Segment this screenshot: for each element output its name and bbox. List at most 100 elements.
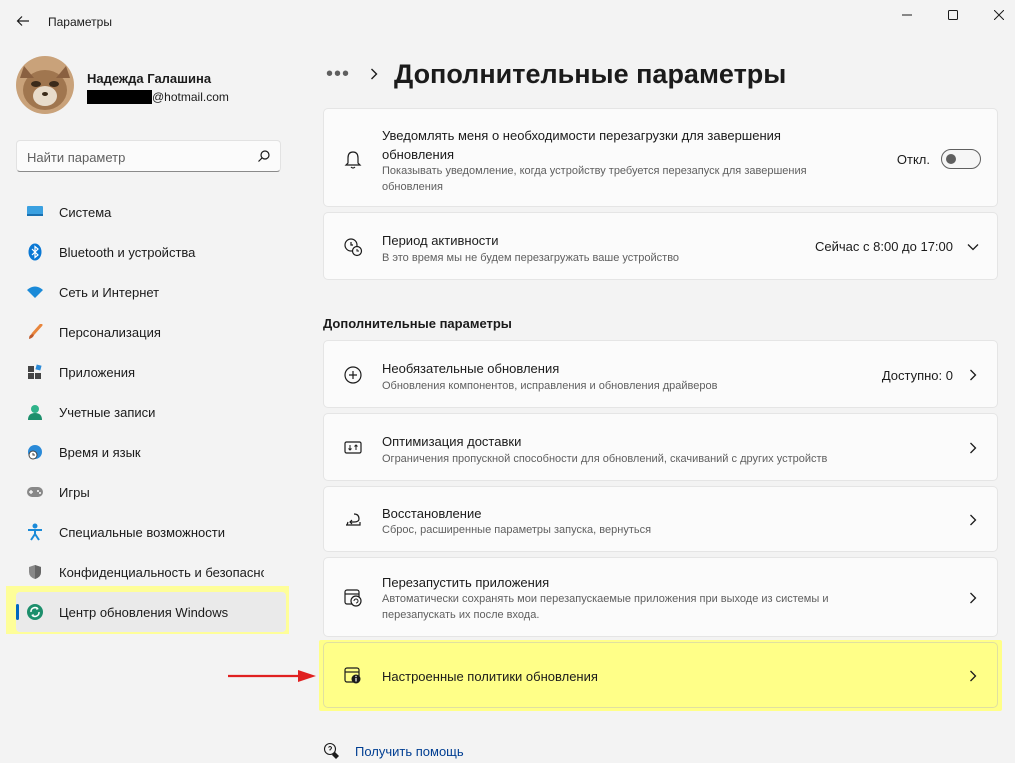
optional-updates-card[interactable]: Необязательные обновления Обновления ком… <box>323 340 998 408</box>
sidebar-item-accessibility[interactable]: Специальные возможности <box>16 512 286 552</box>
card-desc: Сброс, расширенные параметры запуска, ве… <box>382 524 652 536</box>
section-title: Дополнительные параметры <box>323 316 512 331</box>
recovery-icon <box>342 509 364 531</box>
card-title: Уведомлять меня о необходимости перезагр… <box>382 128 781 162</box>
sidebar-nav: Система Bluetooth и устройства Сеть и Ин… <box>16 192 286 632</box>
delivery-optimization-card[interactable]: Оптимизация доставки Ограничения пропуск… <box>323 413 998 481</box>
sidebar-item-label: Персонализация <box>59 324 161 340</box>
avatar[interactable] <box>16 56 74 114</box>
page-title: Дополнительные параметры <box>394 58 787 89</box>
active-indicator <box>16 604 19 620</box>
title-bar: Параметры <box>0 0 1015 44</box>
card-desc: В это время мы не будем перезагружать ва… <box>382 252 680 264</box>
get-help-link[interactable]: Получить помощь <box>323 742 464 760</box>
card-desc: Ограничения пропускной способности для о… <box>382 453 828 465</box>
restart-notification-toggle[interactable] <box>941 149 981 169</box>
active-hours-icon <box>342 236 364 258</box>
sidebar-item-bluetooth[interactable]: Bluetooth и устройства <box>16 232 286 272</box>
globe-clock-icon <box>26 443 44 461</box>
maximize-icon <box>948 10 958 20</box>
card-title: Оптимизация доставки <box>382 434 522 449</box>
card-title: Настроенные политики обновления <box>382 669 598 684</box>
sidebar-item-label: Время и язык <box>59 444 141 460</box>
account-icon <box>26 403 44 421</box>
user-name: Надежда Галашина <box>87 71 212 86</box>
gamepad-icon <box>26 483 44 501</box>
active-hours-value: Сейчас с 8:00 до 17:00 <box>815 239 953 254</box>
help-icon <box>323 742 339 759</box>
close-icon <box>994 10 1004 20</box>
update-icon <box>26 603 44 621</box>
shield-icon <box>26 563 44 581</box>
sidebar-item-personalization[interactable]: Персонализация <box>16 312 286 352</box>
sidebar-item-windows-update[interactable]: Центр обновления Windows <box>16 592 286 632</box>
sidebar-item-label: Bluetooth и устройства <box>59 244 196 260</box>
active-hours-card[interactable]: Период активности В это время мы не буде… <box>323 212 998 280</box>
card-title: Необязательные обновления <box>382 361 560 376</box>
system-icon <box>26 203 44 221</box>
annotation-arrow <box>228 670 316 682</box>
card-desc: Обновления компонентов, исправления и об… <box>382 380 718 392</box>
sidebar-item-gaming[interactable]: Игры <box>16 472 286 512</box>
bluetooth-icon <box>26 243 44 261</box>
toggle-state-label: Откл. <box>896 152 930 167</box>
chevron-right-icon <box>967 514 979 526</box>
delivery-icon <box>342 437 364 459</box>
accessibility-icon <box>26 523 44 541</box>
close-button[interactable] <box>976 4 1015 26</box>
sidebar-item-network[interactable]: Сеть и Интернет <box>16 272 286 312</box>
help-label: Получить помощь <box>355 743 464 759</box>
restart-apps-icon <box>342 587 364 609</box>
sidebar-item-label: Сеть и Интернет <box>59 284 160 300</box>
breadcrumb-more-button[interactable]: ••• <box>326 63 356 86</box>
back-button[interactable] <box>12 10 34 32</box>
maximize-button[interactable] <box>930 4 976 26</box>
search-box <box>16 140 281 172</box>
email-suffix: @hotmail.com <box>152 90 229 104</box>
plus-circle-icon <box>342 364 364 386</box>
search-input[interactable] <box>27 147 247 167</box>
sidebar-item-apps[interactable]: Приложения <box>16 352 286 392</box>
card-desc: Автоматически сохранять мои перезапускае… <box>382 593 829 621</box>
sidebar-item-label: Конфиденциальность и безопасность <box>59 564 264 580</box>
sidebar-item-label: Специальные возможности <box>59 524 225 540</box>
card-title: Перезапустить приложения <box>382 575 550 590</box>
chevron-right-icon <box>967 592 979 604</box>
breadcrumb: ••• Дополнительные параметры <box>326 56 786 92</box>
toggle-knob <box>946 154 956 164</box>
brush-icon <box>26 323 44 341</box>
sidebar-item-label: Учетные записи <box>59 404 156 420</box>
restart-notification-card: Уведомлять меня о необходимости перезагр… <box>323 108 998 207</box>
redacted-block <box>87 90 152 104</box>
optional-updates-count: Доступно: 0 <box>881 368 953 383</box>
search-icon <box>258 150 270 162</box>
recovery-card[interactable]: Восстановление Сброс, расширенные параме… <box>323 486 998 552</box>
policy-icon <box>342 665 364 687</box>
restart-apps-card[interactable]: Перезапустить приложения Автоматически с… <box>323 557 998 637</box>
card-title: Восстановление <box>382 506 482 521</box>
card-title: Период активности <box>382 233 499 248</box>
sidebar-item-label: Центр обновления Windows <box>59 604 229 620</box>
chevron-right-icon <box>967 369 979 381</box>
back-arrow-icon <box>16 16 29 26</box>
apps-icon <box>26 363 44 381</box>
chevron-right-icon <box>370 67 382 81</box>
sidebar-item-privacy[interactable]: Конфиденциальность и безопасность <box>16 552 286 592</box>
bell-icon <box>342 149 364 171</box>
sidebar-item-label: Игры <box>59 484 90 500</box>
minimize-icon <box>902 14 912 16</box>
chevron-down-icon[interactable] <box>967 241 979 253</box>
sidebar-item-time-language[interactable]: Время и язык <box>16 432 286 472</box>
sidebar-item-label: Система <box>59 204 112 220</box>
sidebar-item-accounts[interactable]: Учетные записи <box>16 392 286 432</box>
sidebar-item-system[interactable]: Система <box>16 192 286 232</box>
user-email: @hotmail.com <box>87 90 229 104</box>
search-button[interactable] <box>256 148 272 164</box>
update-policies-card[interactable]: Настроенные политики обновления <box>323 642 998 708</box>
avatar-image <box>16 56 74 114</box>
minimize-button[interactable] <box>884 4 930 26</box>
chevron-right-icon <box>967 670 979 682</box>
app-title: Параметры <box>48 15 112 29</box>
sidebar-item-label: Приложения <box>59 364 136 380</box>
chevron-right-icon <box>967 442 979 454</box>
